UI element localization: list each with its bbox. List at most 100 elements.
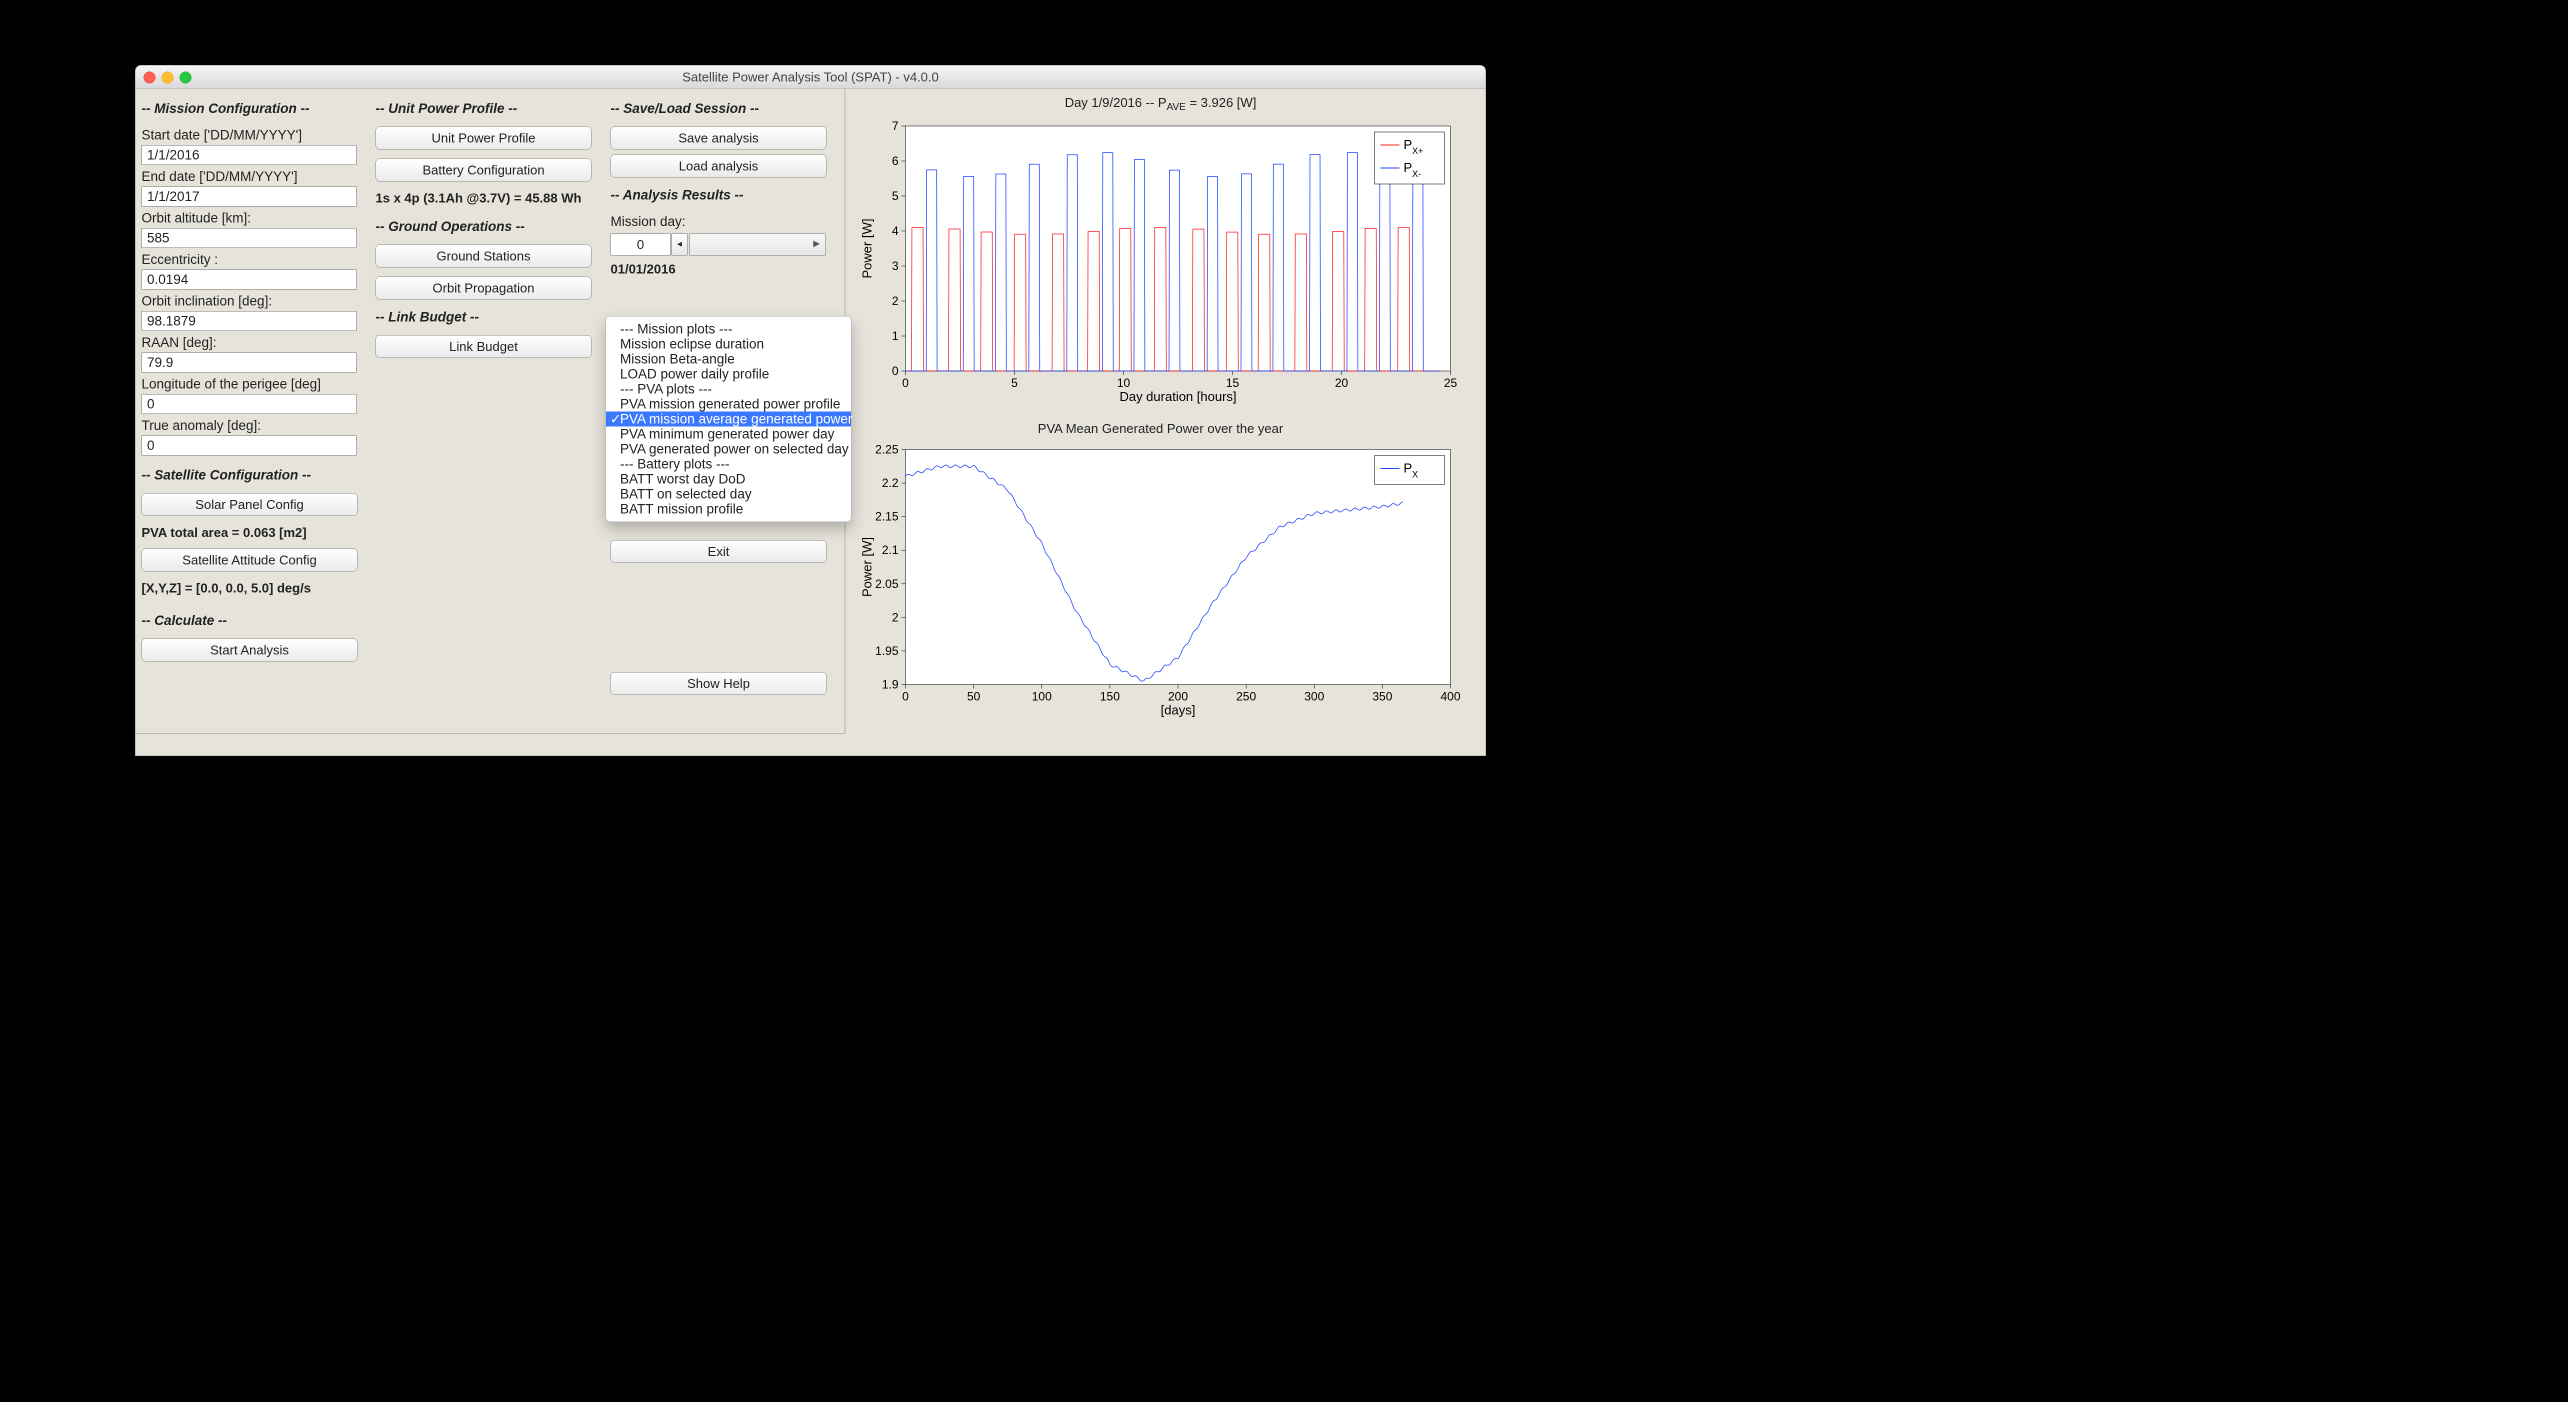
app-window: Satellite Power Analysis Tool (SPAT) - v…: [135, 65, 1486, 756]
svg-text:5: 5: [1011, 376, 1018, 390]
svg-text:250: 250: [1236, 690, 1256, 704]
unit-power-profile-button[interactable]: Unit Power Profile: [376, 127, 592, 150]
svg-text:150: 150: [1100, 690, 1120, 704]
save-load-heading: -- Save/Load Session --: [611, 101, 826, 117]
save-analysis-button[interactable]: Save analysis: [611, 127, 827, 150]
plot-menu-item[interactable]: --- PVA plots ---: [606, 382, 851, 397]
svg-text:2.1: 2.1: [882, 543, 899, 557]
mission-day-input[interactable]: 0: [611, 234, 671, 256]
close-icon[interactable]: [144, 72, 156, 84]
client-area: -- Mission Configuration -- Start date […: [136, 89, 1486, 756]
svg-text:6: 6: [892, 154, 899, 168]
svg-text:[days]: [days]: [1161, 703, 1196, 718]
svg-text:0: 0: [892, 364, 899, 378]
start-date-input[interactable]: 1/1/2016: [142, 145, 357, 165]
plot-menu-item[interactable]: BATT on selected day: [606, 487, 851, 502]
eccentricity-label: Eccentricity :: [142, 252, 357, 268]
exit-button[interactable]: Exit: [611, 540, 827, 563]
svg-text:3: 3: [892, 259, 899, 273]
svg-text:0: 0: [902, 376, 909, 390]
svg-text:400: 400: [1440, 690, 1460, 704]
plot-menu-item[interactable]: PVA minimum generated power day: [606, 427, 851, 442]
mission-config-column: -- Mission Configuration -- Start date […: [142, 96, 357, 668]
svg-text:1: 1: [892, 329, 899, 343]
plots-pane: Day 1/9/2016 -- PAVE = 3.926 [W] 0510152…: [851, 89, 1486, 734]
true-anomaly-input[interactable]: 0: [142, 436, 357, 456]
mission-day-slider[interactable]: [690, 234, 826, 256]
plot-menu-item[interactable]: BATT mission profile: [606, 502, 851, 517]
plot-menu-item[interactable]: Mission Beta-angle: [606, 352, 851, 367]
chart-bottom: PVA Mean Generated Power over the year 0…: [861, 421, 1461, 720]
plot-type-menu[interactable]: --- Mission plots ---Mission eclipse dur…: [606, 316, 852, 522]
svg-text:4: 4: [892, 224, 899, 238]
svg-text:350: 350: [1372, 690, 1392, 704]
inclination-input[interactable]: 98.1879: [142, 311, 357, 331]
mission-day-prev-button[interactable]: ◄: [672, 234, 688, 256]
unit-power-heading: -- Unit Power Profile --: [376, 101, 591, 117]
mission-day-date: 01/01/2016: [611, 262, 826, 278]
satellite-config-heading: -- Satellite Configuration --: [142, 468, 357, 484]
link-budget-heading: -- Link Budget --: [376, 310, 591, 326]
svg-text:1.95: 1.95: [875, 644, 899, 658]
plot-menu-item[interactable]: --- Mission plots ---: [606, 322, 851, 337]
perigee-lon-label: Longitude of the perigee [deg]: [142, 377, 357, 393]
attitude-config-button[interactable]: Satellite Attitude Config: [142, 549, 358, 572]
chart-top-title: Day 1/9/2016 -- PAVE = 3.926 [W]: [861, 95, 1461, 113]
titlebar: Satellite Power Analysis Tool (SPAT) - v…: [136, 66, 1486, 90]
left-pane: -- Mission Configuration -- Start date […: [136, 89, 846, 734]
battery-info: 1s x 4p (3.1Ah @3.7V) = 45.88 Wh: [376, 191, 591, 207]
plot-menu-item[interactable]: PVA mission generated power profile: [606, 397, 851, 412]
svg-text:2: 2: [892, 610, 899, 624]
raan-input[interactable]: 79.9: [142, 353, 357, 373]
svg-text:10: 10: [1117, 376, 1131, 390]
svg-text:0: 0: [902, 690, 909, 704]
solar-panel-config-button[interactable]: Solar Panel Config: [142, 493, 358, 516]
chart-bottom-svg: 0501001502002503003504001.91.9522.052.12…: [861, 440, 1461, 720]
load-analysis-button[interactable]: Load analysis: [611, 155, 827, 178]
battery-config-button[interactable]: Battery Configuration: [376, 159, 592, 182]
show-help-button[interactable]: Show Help: [611, 672, 827, 695]
altitude-label: Orbit altitude [km]:: [142, 211, 357, 227]
minimize-icon[interactable]: [162, 72, 174, 84]
plot-menu-item[interactable]: PVA generated power on selected day: [606, 442, 851, 457]
mission-day-stepper: 0 ◄: [611, 234, 826, 255]
svg-text:25: 25: [1444, 376, 1458, 390]
svg-text:100: 100: [1032, 690, 1052, 704]
altitude-input[interactable]: 585: [142, 228, 357, 248]
ground-ops-heading: -- Ground Operations --: [376, 219, 591, 235]
eccentricity-input[interactable]: 0.0194: [142, 270, 357, 290]
mission-day-label: Mission day:: [611, 214, 826, 230]
svg-text:200: 200: [1168, 690, 1188, 704]
ground-stations-button[interactable]: Ground Stations: [376, 245, 592, 268]
svg-text:5: 5: [892, 189, 899, 203]
end-date-input[interactable]: 1/1/2017: [142, 187, 357, 207]
start-analysis-button[interactable]: Start Analysis: [142, 639, 358, 662]
svg-text:2.15: 2.15: [875, 510, 899, 524]
svg-text:Power [W]: Power [W]: [861, 537, 875, 597]
chart-top: Day 1/9/2016 -- PAVE = 3.926 [W] 0510152…: [861, 95, 1461, 406]
svg-text:2.2: 2.2: [882, 476, 899, 490]
chart-top-svg: 051015202501234567Day duration [hours]Po…: [861, 116, 1461, 406]
svg-text:15: 15: [1226, 376, 1240, 390]
plot-menu-item[interactable]: BATT worst day DoD: [606, 472, 851, 487]
plot-menu-item[interactable]: Mission eclipse duration: [606, 337, 851, 352]
end-date-label: End date ['DD/MM/YYYY']: [142, 169, 357, 185]
svg-text:2.05: 2.05: [875, 577, 899, 591]
window-controls: [144, 72, 192, 84]
plot-menu-item[interactable]: PVA mission average generated power: [606, 412, 851, 427]
zoom-icon[interactable]: [180, 72, 192, 84]
orbit-propagation-button[interactable]: Orbit Propagation: [376, 277, 592, 300]
chart-bottom-title: PVA Mean Generated Power over the year: [861, 421, 1461, 437]
true-anomaly-label: True anomaly [deg]:: [142, 418, 357, 434]
svg-text:1.9: 1.9: [882, 678, 899, 692]
perigee-lon-input[interactable]: 0: [142, 394, 357, 414]
start-date-label: Start date ['DD/MM/YYYY']: [142, 128, 357, 144]
mission-config-heading: -- Mission Configuration --: [142, 101, 357, 117]
plot-menu-item[interactable]: --- Battery plots ---: [606, 457, 851, 472]
svg-text:7: 7: [892, 119, 899, 133]
plot-menu-item[interactable]: LOAD power daily profile: [606, 367, 851, 382]
link-budget-button[interactable]: Link Budget: [376, 335, 592, 358]
calculate-heading: -- Calculate --: [142, 613, 357, 629]
svg-text:50: 50: [967, 690, 981, 704]
pva-total-area: PVA total area = 0.063 [m2]: [142, 525, 357, 541]
